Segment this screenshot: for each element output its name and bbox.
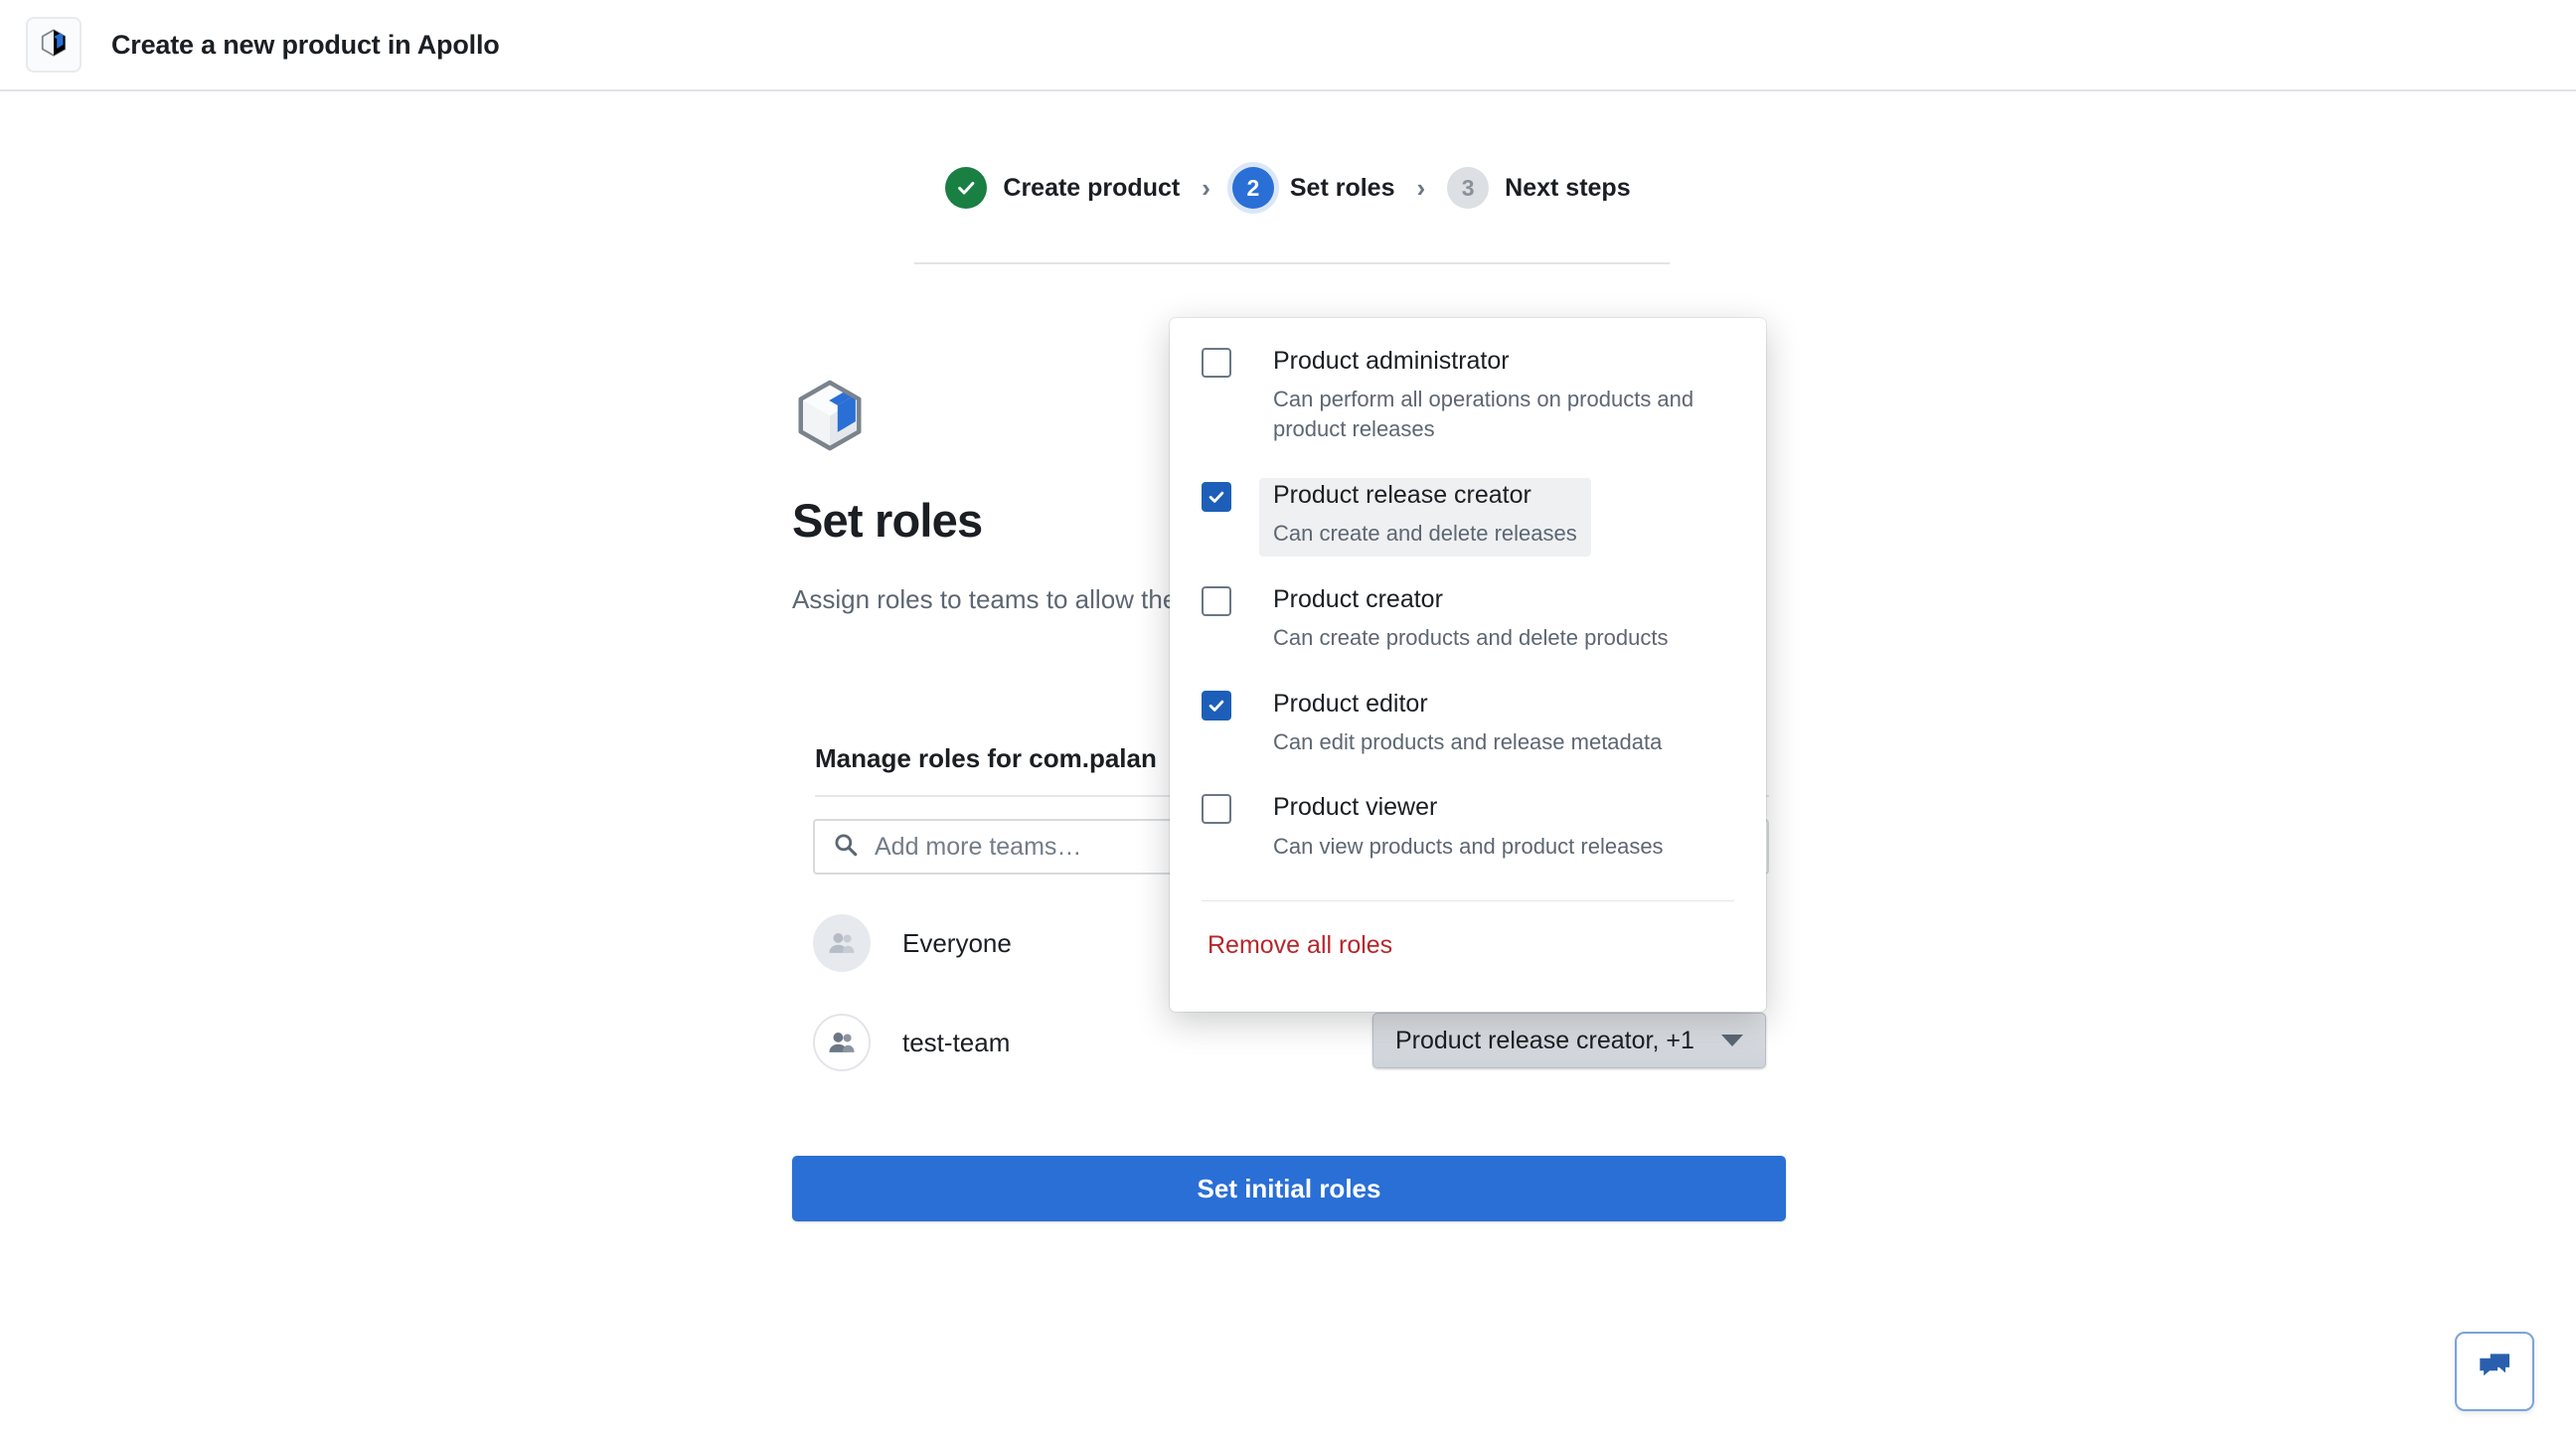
chat-launcher-button[interactable] xyxy=(2455,1332,2534,1411)
avatar xyxy=(813,914,871,972)
role-option-label: Product administrator xyxy=(1273,347,1510,375)
manage-roles-title: Manage roles for com.palan xyxy=(815,743,1157,773)
step-1-label: Create product xyxy=(1003,173,1181,202)
role-option-product-administrator[interactable]: Product administrator Can perform all op… xyxy=(1170,344,1766,452)
step-3-bullet: 3 xyxy=(1447,167,1490,209)
roles-dropdown-panel: Product administrator Can perform all op… xyxy=(1170,318,1766,1012)
group-icon xyxy=(829,933,855,953)
role-option-description: Can create and delete releases xyxy=(1273,520,1577,546)
role-option-label: Product editor xyxy=(1273,689,1428,718)
checkbox-checked-icon[interactable] xyxy=(1202,690,1231,720)
role-option-description: Can edit products and release metadata xyxy=(1273,728,1663,754)
search-icon xyxy=(833,832,859,863)
stepper-divider xyxy=(914,262,1670,264)
step-2-label: Set roles xyxy=(1289,173,1395,202)
add-teams-placeholder: Add more teams… xyxy=(875,832,1082,861)
role-option-description: Can view products and product releases xyxy=(1273,833,1664,859)
product-box-icon-large xyxy=(792,378,868,453)
popover-divider xyxy=(1202,900,1734,902)
role-option-product-release-creator[interactable]: Product release creator Can create and d… xyxy=(1170,477,1766,557)
remove-all-roles-link[interactable]: Remove all roles xyxy=(1208,931,1392,960)
step-1-bullet-complete xyxy=(945,167,988,209)
progress-stepper: Create product › 2 Set roles › 3 Next st… xyxy=(0,167,2576,209)
page-title: Create a new product in Apollo xyxy=(111,29,500,60)
step-next-steps[interactable]: 3 Next steps xyxy=(1447,167,1631,209)
checkbox-unchecked-icon[interactable] xyxy=(1202,794,1231,825)
role-option-label: Product creator xyxy=(1273,584,1443,613)
chat-bubbles-icon xyxy=(2474,1349,2515,1395)
check-icon xyxy=(958,181,975,195)
chevron-right-icon-2: › xyxy=(1416,173,1426,203)
role-select-dropdown-button[interactable]: Product release creator, +1 xyxy=(1372,1013,1766,1068)
checkbox-unchecked-icon[interactable] xyxy=(1202,348,1231,378)
step-set-roles[interactable]: 2 Set roles xyxy=(1231,167,1395,209)
checkbox-unchecked-icon[interactable] xyxy=(1202,585,1231,616)
step-2-bullet: 2 xyxy=(1231,167,1274,209)
chevron-down-icon xyxy=(1721,1035,1743,1046)
role-option-description: Can create products and delete products xyxy=(1273,624,1669,650)
app-icon-button[interactable] xyxy=(26,17,81,73)
role-option-product-editor[interactable]: Product editor Can edit products and rel… xyxy=(1170,687,1766,765)
role-option-product-viewer[interactable]: Product viewer Can view products and pro… xyxy=(1170,790,1766,869)
step-3-label: Next steps xyxy=(1505,173,1631,202)
role-option-label: Product viewer xyxy=(1273,793,1438,822)
step-create-product[interactable]: Create product xyxy=(945,167,1180,209)
team-name: test-team xyxy=(902,1027,1011,1057)
avatar xyxy=(813,1014,871,1071)
top-bar: Create a new product in Apollo xyxy=(0,0,2576,91)
group-icon xyxy=(829,1033,855,1052)
checkbox-checked-icon[interactable] xyxy=(1202,481,1231,512)
role-option-label: Product release creator xyxy=(1273,480,1531,509)
team-name: Everyone xyxy=(902,927,1012,958)
role-option-description: Can perform all operations on products a… xyxy=(1273,387,1694,441)
chevron-right-icon-1: › xyxy=(1202,173,1210,203)
product-box-icon xyxy=(39,28,69,63)
role-option-product-creator[interactable]: Product creator Can create products and … xyxy=(1170,582,1766,661)
set-initial-roles-button[interactable]: Set initial roles xyxy=(792,1156,1786,1221)
role-select-label: Product release creator, +1 xyxy=(1395,1026,1694,1054)
